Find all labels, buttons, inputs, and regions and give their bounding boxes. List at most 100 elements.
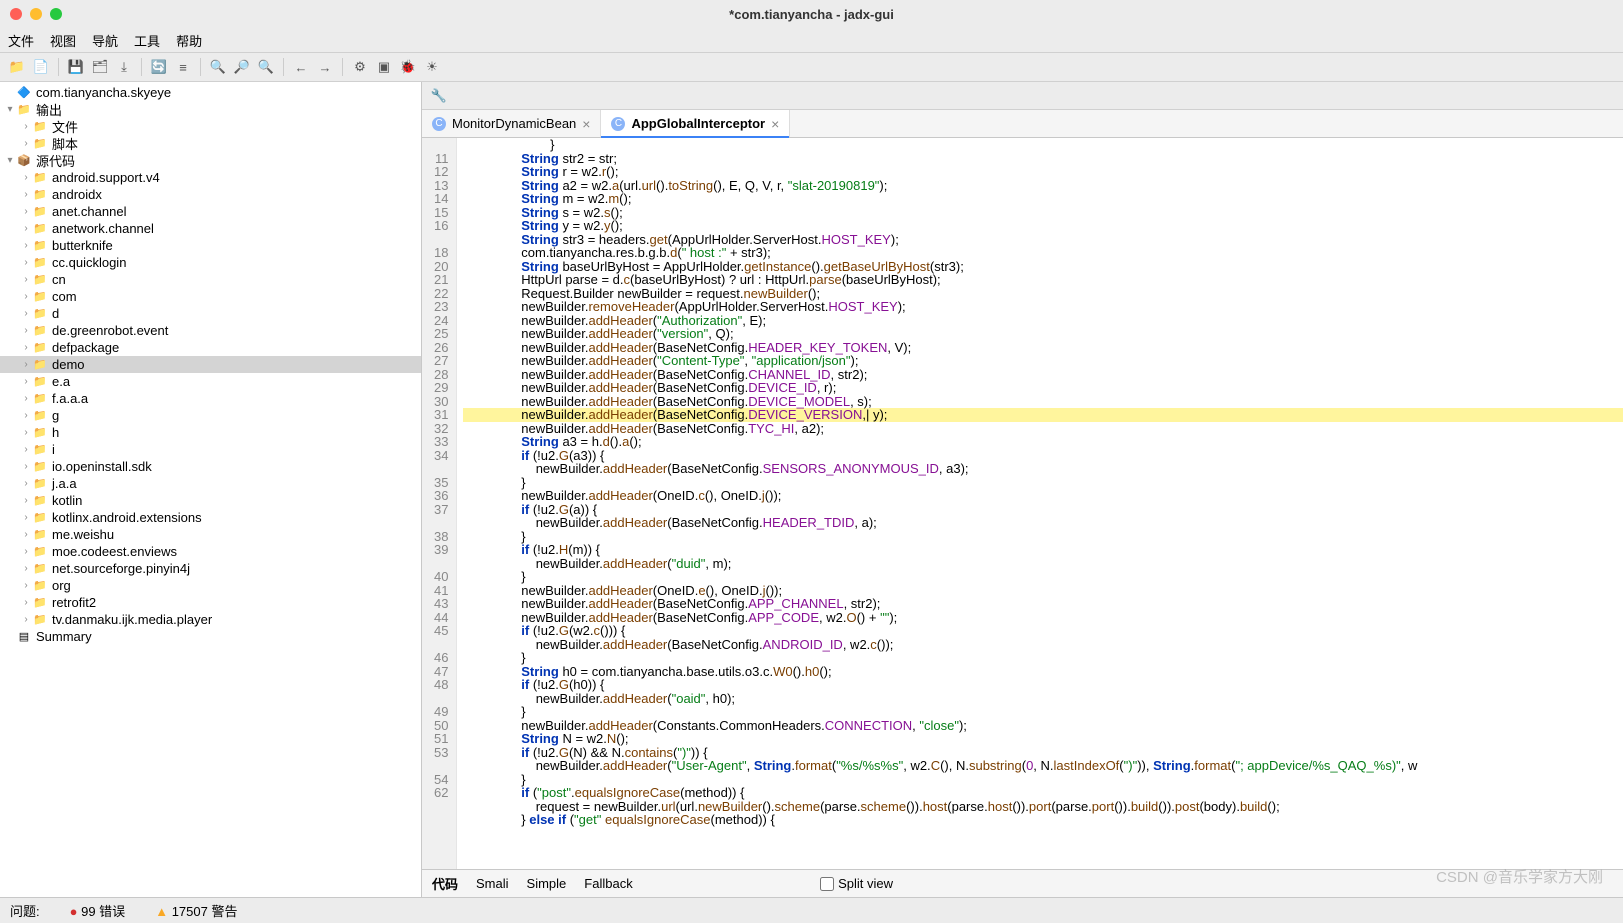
tree-node[interactable]: ›📁tv.danmaku.ijk.media.player xyxy=(0,611,421,628)
tree-arrow-icon[interactable]: › xyxy=(20,342,32,353)
tree-node[interactable]: ›📁f.a.a.a xyxy=(0,390,421,407)
code-line[interactable]: HttpUrl parse = d.c(baseUrlByHost) ? url… xyxy=(463,273,1623,287)
tree-arrow-icon[interactable]: › xyxy=(20,427,32,438)
tree-node[interactable]: ›📁retrofit2 xyxy=(0,594,421,611)
tree-arrow-icon[interactable]: › xyxy=(20,478,32,489)
tree-arrow-icon[interactable]: › xyxy=(20,597,32,608)
tree-arrow-icon[interactable]: › xyxy=(20,359,32,370)
tree-node[interactable]: ▾📁输出 xyxy=(0,101,421,118)
tree-arrow-icon[interactable]: › xyxy=(20,393,32,404)
tree-node[interactable]: ›📁de.greenrobot.event xyxy=(0,322,421,339)
menu-item[interactable]: 工具 xyxy=(134,31,160,50)
tree-arrow-icon[interactable]: › xyxy=(20,308,32,319)
sync-icon[interactable]: 🔄 xyxy=(148,56,170,78)
tree-node[interactable]: ›📁androidx xyxy=(0,186,421,203)
tree-arrow-icon[interactable]: › xyxy=(20,223,32,234)
tree-arrow-icon[interactable]: › xyxy=(20,410,32,421)
tree-arrow-icon[interactable]: › xyxy=(20,274,32,285)
find-class-icon[interactable]: 🔍 xyxy=(255,56,277,78)
export-icon[interactable]: ⤓ xyxy=(113,56,135,78)
status-warnings[interactable]: ▲ 17507 警告 xyxy=(155,901,237,920)
split-view-checkbox[interactable] xyxy=(820,877,834,891)
editor-tab[interactable]: CAppGlobalInterceptor× xyxy=(601,110,790,137)
code-line[interactable]: newBuilder.addHeader("User-Agent", Strin… xyxy=(463,759,1623,773)
tree-arrow-icon[interactable]: › xyxy=(20,240,32,251)
menu-item[interactable]: 文件 xyxy=(8,31,34,50)
tree-node[interactable]: ›📁kotlin xyxy=(0,492,421,509)
code-line[interactable]: String N = w2.N(); xyxy=(463,732,1623,746)
tree-node[interactable]: ›📁net.sourceforge.pinyin4j xyxy=(0,560,421,577)
code-line[interactable]: newBuilder.addHeader(BaseNetConfig.DEVIC… xyxy=(463,381,1623,395)
tree-arrow-icon[interactable]: › xyxy=(20,563,32,574)
back-icon[interactable]: ← xyxy=(290,56,312,78)
tree-arrow-icon[interactable]: › xyxy=(20,444,32,455)
tree-node[interactable]: 🔷com.tianyancha.skyeye xyxy=(0,84,421,101)
code-line[interactable]: String a2 = w2.a(url.url().toString(), E… xyxy=(463,179,1623,193)
code-line[interactable]: if (!u2.G(a3)) { xyxy=(463,449,1623,463)
close-window-button[interactable] xyxy=(10,8,22,20)
tree-node[interactable]: ›📁io.openinstall.sdk xyxy=(0,458,421,475)
code-line[interactable]: newBuilder.addHeader(BaseNetConfig.SENSO… xyxy=(463,462,1623,476)
tree-arrow-icon[interactable]: › xyxy=(20,172,32,183)
tree-arrow-icon[interactable]: › xyxy=(20,495,32,506)
code-line[interactable]: newBuilder.addHeader(BaseNetConfig.APP_C… xyxy=(463,611,1623,625)
search-icon[interactable]: 🔍 xyxy=(207,56,229,78)
tree-node[interactable]: ›📁defpackage xyxy=(0,339,421,356)
code-line[interactable]: String m = w2.m(); xyxy=(463,192,1623,206)
tree-node[interactable]: ›📁anetwork.channel xyxy=(0,220,421,237)
code-line[interactable]: if (!u2.G(a)) { xyxy=(463,503,1623,517)
add-file-icon[interactable]: 📄 xyxy=(30,56,52,78)
code-line[interactable]: newBuilder.addHeader(BaseNetConfig.HEADE… xyxy=(463,516,1623,530)
code-line[interactable]: } xyxy=(463,476,1623,490)
tree-node[interactable]: ›📁文件 xyxy=(0,118,421,135)
code-line[interactable]: if (!u2.G(w2.c())) { xyxy=(463,624,1623,638)
code-line[interactable]: } xyxy=(463,530,1623,544)
code-line[interactable]: String a3 = h.d().a(); xyxy=(463,435,1623,449)
tree-arrow-icon[interactable]: › xyxy=(20,121,32,132)
tree-node[interactable]: ›📁i xyxy=(0,441,421,458)
code-line[interactable]: } xyxy=(463,570,1623,584)
tree-node[interactable]: ›📁kotlinx.android.extensions xyxy=(0,509,421,526)
code-line[interactable]: String baseUrlByHost = AppUrlHolder.getI… xyxy=(463,260,1623,274)
code-line[interactable]: newBuilder.addHeader(BaseNetConfig.APP_C… xyxy=(463,597,1623,611)
tree-arrow-icon[interactable]: › xyxy=(20,206,32,217)
tree-node[interactable]: ›📁moe.codeest.enviews xyxy=(0,543,421,560)
tree-node[interactable]: ›📁脚本 xyxy=(0,135,421,152)
tree-node[interactable]: ›📁com xyxy=(0,288,421,305)
tree-node[interactable]: ›📁butterknife xyxy=(0,237,421,254)
log-icon[interactable]: ☀ xyxy=(421,56,443,78)
open-folder-icon[interactable]: 📁 xyxy=(6,56,28,78)
settings-icon[interactable]: 🐞 xyxy=(397,56,419,78)
forward-icon[interactable]: → xyxy=(314,56,336,78)
tree-arrow-icon[interactable]: › xyxy=(20,291,32,302)
minimize-window-button[interactable] xyxy=(30,8,42,20)
code-line[interactable]: com.tianyancha.res.b.g.b.d(" host :" + s… xyxy=(463,246,1623,260)
split-view-toggle[interactable]: Split view xyxy=(820,876,893,891)
quark-icon[interactable]: ▣ xyxy=(373,56,395,78)
code-line[interactable]: String s = w2.s(); xyxy=(463,206,1623,220)
menu-item[interactable]: 视图 xyxy=(50,31,76,50)
code-line[interactable]: if (!u2.H(m)) { xyxy=(463,543,1623,557)
tree-arrow-icon[interactable]: › xyxy=(20,461,32,472)
tree-node[interactable]: ›📁e.a xyxy=(0,373,421,390)
tree-arrow-icon[interactable]: › xyxy=(20,325,32,336)
tree-node[interactable]: ›📁j.a.a xyxy=(0,475,421,492)
code-line[interactable]: if (!u2.G(h0)) { xyxy=(463,678,1623,692)
tree-arrow-icon[interactable]: › xyxy=(20,580,32,591)
code-line[interactable]: if ("post".equalsIgnoreCase(method)) { xyxy=(463,786,1623,800)
code-content[interactable]: } String str2 = str; String r = w2.r(); … xyxy=(457,138,1623,869)
code-line[interactable]: String h0 = com.tianyancha.base.utils.o3… xyxy=(463,665,1623,679)
bottom-tab[interactable]: Smali xyxy=(476,876,509,891)
code-line[interactable]: String y = w2.y(); xyxy=(463,219,1623,233)
tree-node[interactable]: ›📁demo xyxy=(0,356,421,373)
menu-item[interactable]: 帮助 xyxy=(176,31,202,50)
tree-node[interactable]: ›📁g xyxy=(0,407,421,424)
save-icon[interactable]: 💾 xyxy=(65,56,87,78)
code-line[interactable]: } xyxy=(463,651,1623,665)
tree-node[interactable]: ›📁cc.quicklogin xyxy=(0,254,421,271)
tree-arrow-icon[interactable]: › xyxy=(20,614,32,625)
code-line[interactable]: newBuilder.addHeader("version", Q); xyxy=(463,327,1623,341)
tree-arrow-icon[interactable]: › xyxy=(20,257,32,268)
code-line[interactable]: } xyxy=(463,773,1623,787)
code-line[interactable]: request = newBuilder.url(url.newBuilder(… xyxy=(463,800,1623,814)
